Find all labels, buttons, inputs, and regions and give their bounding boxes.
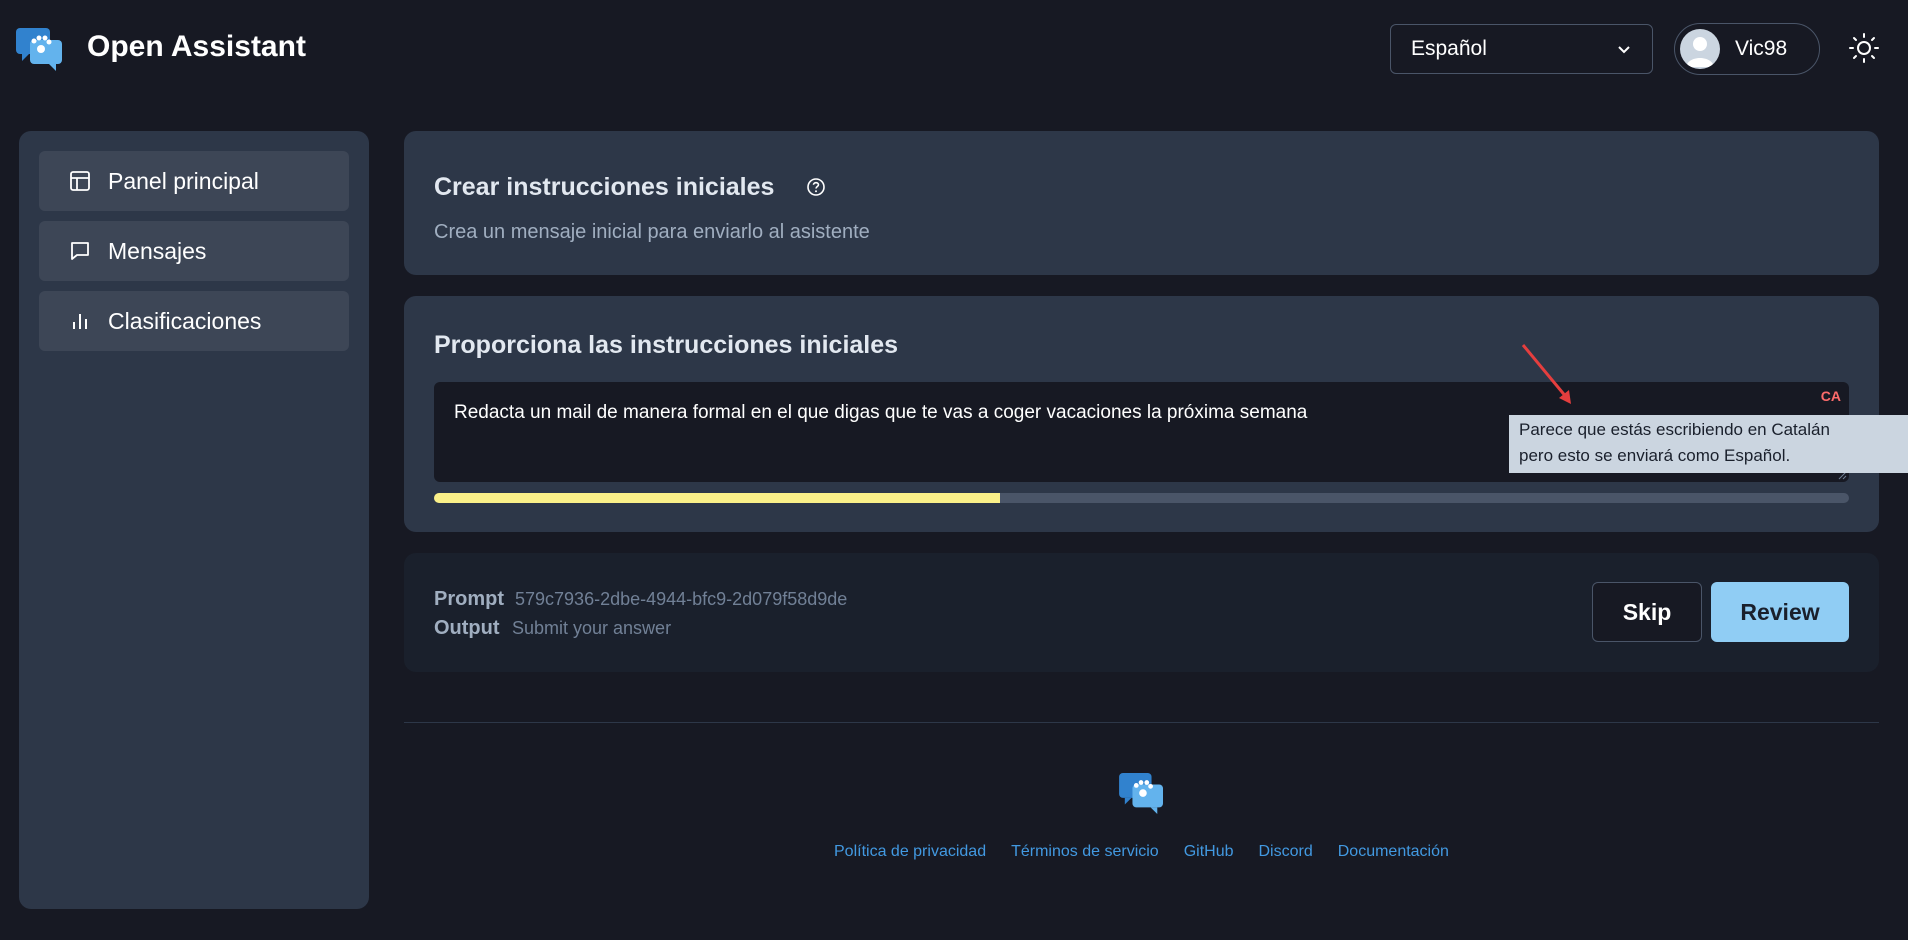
- user-icon: [1686, 37, 1714, 67]
- sidebar-item-label: Mensajes: [108, 237, 207, 264]
- footer-links: Política de privacidad Términos de servi…: [0, 843, 1908, 861]
- footer-link-github[interactable]: GitHub: [1184, 843, 1234, 861]
- user-menu-button[interactable]: Vic98: [1674, 23, 1820, 75]
- language-select-value: Español: [1411, 37, 1487, 60]
- intro-subtitle: Crea un mensaje inicial para enviarlo al…: [434, 221, 870, 243]
- output-label: Output: [434, 617, 500, 639]
- sidebar: Panel principal Mensajes Clasificaciones: [19, 131, 369, 909]
- output-value: Submit your answer: [512, 618, 672, 638]
- sidebar-item-label: Clasificaciones: [108, 307, 262, 334]
- tooltip-line-1: Parece que estás escribiendo en Catalán: [1519, 420, 1830, 439]
- app-title[interactable]: Open Assistant: [87, 30, 306, 64]
- prompt-text: Redacta un mail de manera formal en el q…: [454, 402, 1308, 423]
- footer-logo-icon[interactable]: [1119, 773, 1165, 815]
- sun-icon[interactable]: [1848, 32, 1880, 64]
- sidebar-item-dashboard[interactable]: Panel principal: [39, 151, 349, 211]
- prompt-label: Prompt: [434, 588, 504, 610]
- review-button[interactable]: Review: [1711, 582, 1849, 642]
- avatar: [1680, 29, 1720, 69]
- tooltip-line-2: pero esto se enviará como Español.: [1519, 446, 1791, 465]
- intro-title: Crear instrucciones iniciales: [434, 173, 775, 201]
- intro-card: Crear instrucciones iniciales Crea un me…: [404, 131, 1879, 275]
- top-bar: Open Assistant Español Vic98: [0, 0, 1908, 98]
- footer-divider: [404, 722, 1879, 723]
- skip-button[interactable]: Skip: [1592, 582, 1702, 642]
- task-card: Prompt 579c7936-2dbe-4944-bfc9-2d079f58d…: [404, 553, 1879, 672]
- annotation-arrow-icon: [1521, 344, 1571, 404]
- language-select[interactable]: Español: [1390, 24, 1653, 74]
- message-icon: [71, 242, 89, 260]
- user-name: Vic98: [1735, 37, 1788, 60]
- footer-link-terms[interactable]: Términos de servicio: [1011, 843, 1159, 861]
- footer-link-discord[interactable]: Discord: [1259, 843, 1313, 861]
- prompt-card-title: Proporciona las instrucciones iniciales: [434, 331, 899, 359]
- sidebar-item-leaderboard[interactable]: Clasificaciones: [39, 291, 349, 351]
- chevron-down-icon: [1618, 46, 1630, 54]
- detected-language-tag: CA: [1820, 388, 1841, 404]
- footer-link-privacy[interactable]: Política de privacidad: [834, 843, 986, 861]
- sidebar-item-messages[interactable]: Mensajes: [39, 221, 349, 281]
- open-assistant-logo-icon[interactable]: [16, 28, 64, 72]
- prompt-id: 579c7936-2dbe-4944-bfc9-2d079f58d9de: [515, 589, 848, 609]
- footer-link-docs[interactable]: Documentación: [1338, 843, 1449, 861]
- progress-bar-fill: [434, 493, 1000, 503]
- bar-chart-icon: [73, 314, 87, 329]
- help-icon[interactable]: [806, 177, 826, 197]
- progress-bar: [434, 493, 1849, 503]
- sidebar-item-label: Panel principal: [108, 167, 259, 194]
- prompt-card: Proporciona las instrucciones iniciales …: [404, 296, 1879, 532]
- language-warning-tooltip: Parece que estás escribiendo en Catalán …: [1509, 415, 1908, 473]
- layout-icon: [70, 171, 90, 191]
